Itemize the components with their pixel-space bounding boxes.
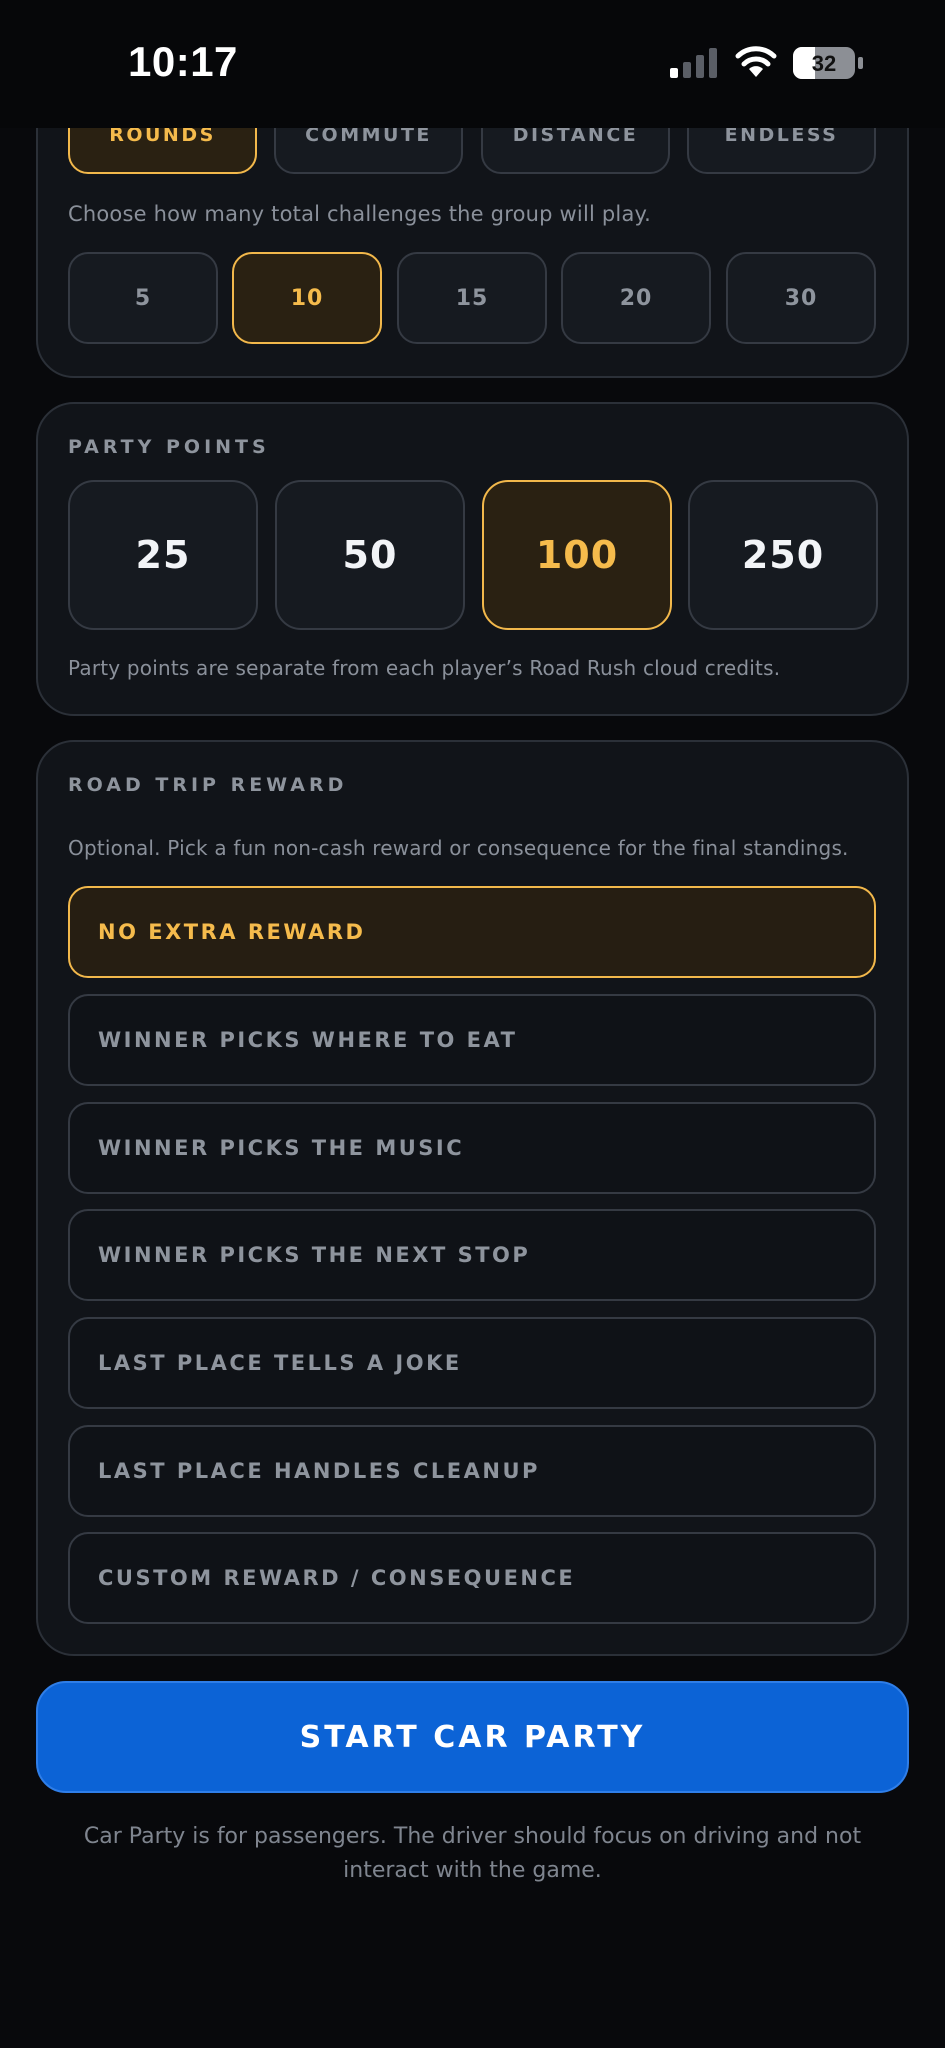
party-points-note: Party points are separate from each play… xyxy=(68,656,781,680)
reward-option-where-to-eat[interactable]: WINNER PICKS WHERE TO EAT xyxy=(68,994,876,1086)
road-trip-reward-card xyxy=(36,740,909,1656)
round-count-5[interactable]: 5 xyxy=(68,252,218,344)
points-option-100[interactable]: 100 xyxy=(482,480,672,630)
round-count-30[interactable]: 30 xyxy=(726,252,876,344)
start-car-party-button[interactable]: START CAR PARTY xyxy=(36,1681,909,1793)
party-points-title: PARTY POINTS xyxy=(68,436,270,458)
rounds-hint: Choose how many total challenges the gro… xyxy=(68,202,652,226)
points-option-50[interactable]: 50 xyxy=(275,480,465,630)
road-trip-reward-hint: Optional. Pick a fun non-cash reward or … xyxy=(68,836,849,860)
battery-icon: 32 xyxy=(793,47,863,79)
status-time: 10:17 xyxy=(128,38,238,85)
reward-option-cleanup[interactable]: LAST PLACE HANDLES CLEANUP xyxy=(68,1425,876,1517)
round-count-10[interactable]: 10 xyxy=(232,252,382,344)
reward-option-custom[interactable]: CUSTOM REWARD / CONSEQUENCE xyxy=(68,1532,876,1624)
reward-option-tell-joke[interactable]: LAST PLACE TELLS A JOKE xyxy=(68,1317,876,1409)
car-party-setup-screen: 10:17 32 ROUNDS COMMUTE DISTANCE ENDLESS… xyxy=(0,0,945,2048)
wifi-icon xyxy=(735,46,777,77)
points-option-25[interactable]: 25 xyxy=(68,480,258,630)
driver-safety-note: Car Party is for passengers. The driver … xyxy=(83,1824,862,1883)
cellular-signal-icon xyxy=(670,48,717,78)
points-option-250[interactable]: 250 xyxy=(688,480,878,630)
status-bar: 10:17 32 xyxy=(0,0,945,128)
reward-option-music[interactable]: WINNER PICKS THE MUSIC xyxy=(68,1102,876,1194)
battery-level: 32 xyxy=(812,51,836,76)
road-trip-reward-title: ROAD TRIP REWARD xyxy=(68,774,348,796)
reward-option-next-stop[interactable]: WINNER PICKS THE NEXT STOP xyxy=(68,1209,876,1301)
round-count-15[interactable]: 15 xyxy=(397,252,547,344)
round-count-20[interactable]: 20 xyxy=(561,252,711,344)
reward-option-no-extra[interactable]: NO EXTRA REWARD xyxy=(68,886,876,978)
